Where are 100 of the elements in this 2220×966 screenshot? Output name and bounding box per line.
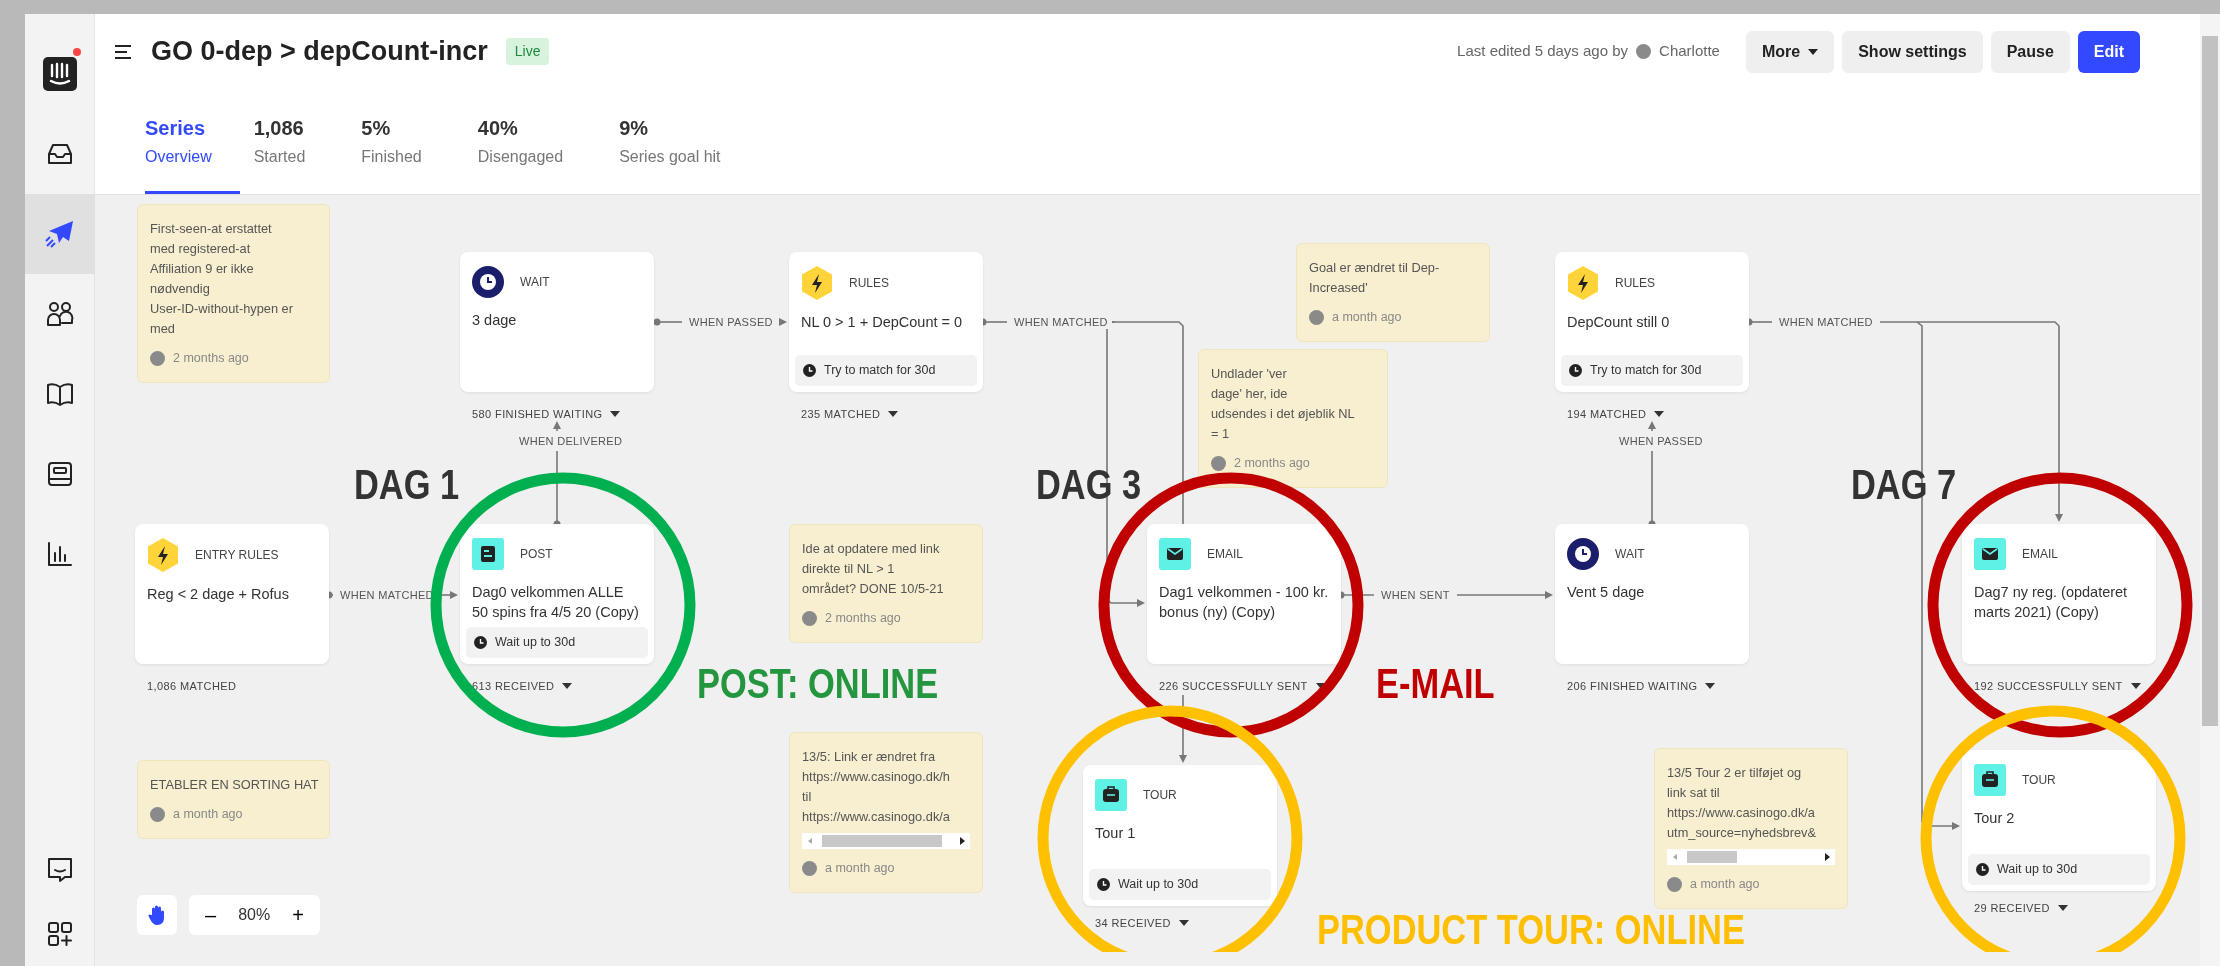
step-type: WAIT xyxy=(520,274,550,291)
caret-icon xyxy=(888,411,899,418)
footer-text: Wait up to 30d xyxy=(1118,876,1199,894)
footer-text: Wait up to 30d xyxy=(495,634,576,652)
note-text: utm_source=nyhedsbrev& xyxy=(1667,824,1817,842)
clock-icon xyxy=(1976,863,1989,877)
step-card[interactable]: WAIT 3 dage xyxy=(460,252,654,392)
note-text: 13/5: Link er ændret fra xyxy=(802,748,936,766)
clock-icon xyxy=(474,636,487,650)
hand-tool-button[interactable] xyxy=(137,895,177,935)
annotation-label: DAG 7 xyxy=(1851,464,1957,506)
note-text: First-seen-at erstattet xyxy=(150,220,272,238)
stat-dropdown[interactable]: 580 FINISHED WAITING xyxy=(472,406,621,423)
annotation-label: E-MAIL xyxy=(1376,663,1495,705)
zoom-level: 80% xyxy=(238,905,271,925)
chat-icon[interactable] xyxy=(46,857,73,883)
clock-icon xyxy=(1569,364,1582,378)
note-text: med xyxy=(150,320,175,338)
note-text: med registered-at xyxy=(150,240,251,258)
step-type: TOUR xyxy=(2022,772,2056,789)
step-card[interactable]: RULES NL 0 > 1 + DepCount = 0 Try to match for 30d xyxy=(789,252,983,392)
stat-text: 1,086 MATCHED xyxy=(147,679,237,694)
step-title: Tour 1 xyxy=(1095,824,1137,843)
avatar xyxy=(150,806,165,822)
note-card[interactable]: First-seen-at erstattet med registered-at Affiliation 9 er ikke nødvendig User-ID-without-hypen er med 2 months ago xyxy=(137,204,330,383)
step-type: ENTRY RULES xyxy=(195,547,279,564)
stat-dropdown[interactable]: 235 MATCHED xyxy=(801,406,899,423)
step-type: EMAIL xyxy=(2022,546,2058,563)
stat-dropdown[interactable]: 613 RECEIVED xyxy=(472,678,573,695)
header-button[interactable]: Edit xyxy=(2077,30,2140,73)
note-card[interactable]: 13/5 Tour 2 er tilføjet og link sat til https://www.casinogo.dk/a utm_source=nyhedsbrev& a month ago xyxy=(1654,748,1848,909)
step-card[interactable]: ENTRY RULES Reg < 2 dage + Rofus xyxy=(135,524,329,664)
step-card[interactable]: WAIT Vent 5 dage xyxy=(1555,524,1749,664)
step-card[interactable]: POST Dag0 velkommen ALLE 50 spins fra 4/5 20 (Copy) Wait up to 30d xyxy=(460,524,654,664)
lightning-icon xyxy=(801,266,833,300)
note-text: Increased' xyxy=(1309,279,1368,297)
caret-icon xyxy=(1705,683,1716,690)
briefcase-icon xyxy=(1095,779,1127,811)
avatar xyxy=(150,350,165,366)
note-text: https://www.casinogo.dk/h xyxy=(802,768,950,786)
header-button[interactable]: Pause xyxy=(1990,30,2070,73)
step-title: Reg < 2 dage + Rofus xyxy=(147,585,290,604)
note-card[interactable]: Ide at opdatere med link direkte til NL > 1 området? DONE 10/5-21 2 months ago xyxy=(789,524,983,643)
avatar xyxy=(1309,309,1324,325)
note-text: Goal er ændret til Dep- xyxy=(1309,259,1440,277)
zoom-in-button[interactable]: + xyxy=(292,905,304,925)
horizontal-scrollbar[interactable] xyxy=(1667,849,1835,865)
note-card[interactable]: 13/5: Link er ændret fra https://www.casinogo.dk/h til https://www.casinogo.dk/a a month ago xyxy=(789,732,983,893)
series-title: GO 0-dep > depCount-incr xyxy=(151,35,488,69)
caret-icon xyxy=(1315,683,1326,690)
footer-text: Wait up to 30d xyxy=(1997,861,2078,879)
scrollbar[interactable] xyxy=(2200,14,2220,966)
note-time: a month ago xyxy=(1332,309,1402,326)
logo-icon[interactable] xyxy=(42,57,77,91)
note-text: området? DONE 10/5-21 xyxy=(802,580,944,598)
stat-dropdown[interactable]: 192 SUCCESSFULLY SENT xyxy=(1974,678,2141,695)
caret-icon xyxy=(562,683,573,690)
clock-icon xyxy=(1097,878,1110,892)
step-card[interactable]: RULES DepCount still 0 Try to match for 30d xyxy=(1555,252,1749,392)
zoom-out-button[interactable]: – xyxy=(205,905,217,925)
step-card[interactable]: TOUR Tour 2 Wait up to 30d xyxy=(1962,750,2156,891)
book-icon xyxy=(45,382,74,406)
apps-icon[interactable] xyxy=(46,921,73,947)
stat-dropdown[interactable]: 194 MATCHED xyxy=(1567,406,1665,423)
stat-tab[interactable]: 9% Series goal hit xyxy=(619,113,745,194)
header-button[interactable]: Show settings xyxy=(1842,30,1983,73)
caret-icon xyxy=(2130,683,2141,690)
note-card[interactable]: Undlader 'ver dage' her, ide udsendes i det øjeblik NL = 1 2 months ago xyxy=(1198,349,1388,488)
step-title: DepCount still 0 xyxy=(1567,313,1671,332)
step-card[interactable]: TOUR Tour 1 Wait up to 30d xyxy=(1083,765,1277,906)
note-time: 2 months ago xyxy=(825,610,901,627)
dropdown-button[interactable]: More xyxy=(1745,30,1835,73)
stat-dropdown[interactable]: 206 FINISHED WAITING xyxy=(1567,678,1716,695)
note-text: Ide at opdatere med link xyxy=(802,540,940,558)
stat-tab[interactable]: 40% Disengaged xyxy=(477,113,588,194)
menu-icon[interactable] xyxy=(115,44,133,59)
step-card[interactable]: EMAIL Dag7 ny reg. (opdateret marts 2021) (Copy) xyxy=(1962,524,2156,664)
note-card[interactable]: ETABLER EN SORTING HAT a month ago xyxy=(137,760,330,839)
stat-tab[interactable]: 5% Finished xyxy=(361,113,446,194)
stat-tab[interactable]: 1,086 Started xyxy=(253,113,330,194)
note-time: a month ago xyxy=(1690,876,1760,893)
lightning-icon xyxy=(147,538,179,572)
note-text: 13/5 Tour 2 er tilføjet og xyxy=(1667,764,1802,782)
step-title: 3 dage xyxy=(472,311,518,330)
caret-icon xyxy=(2057,905,2068,912)
note-text: Affiliation 9 er ikke xyxy=(150,260,254,278)
step-title: Tour 2 xyxy=(1974,809,2016,828)
stat-dropdown[interactable]: 34 RECEIVED xyxy=(1095,915,1189,932)
avatar xyxy=(1667,876,1682,892)
step-title: Dag7 ny reg. (opdateret marts 2021) (Copy) xyxy=(1974,583,2129,623)
editor-name[interactable]: Charlotte xyxy=(1659,40,1720,63)
note-card[interactable]: Goal er ændret til Dep- Increased' a month ago xyxy=(1296,243,1490,342)
caret-icon xyxy=(1178,920,1189,927)
step-card[interactable]: EMAIL Dag1 velkommen - 100 kr. bonus (ny) (Copy) xyxy=(1147,524,1341,664)
stat-dropdown[interactable]: 29 RECEIVED xyxy=(1974,900,2068,917)
stat-dropdown[interactable]: 226 SUCCESSFULLY SENT xyxy=(1159,678,1326,695)
horizontal-scrollbar[interactable] xyxy=(802,833,970,849)
last-edited-text: Last edited 5 days ago by xyxy=(1457,41,1629,62)
note-time: 2 months ago xyxy=(1234,455,1310,472)
briefcase-icon xyxy=(1974,764,2006,796)
